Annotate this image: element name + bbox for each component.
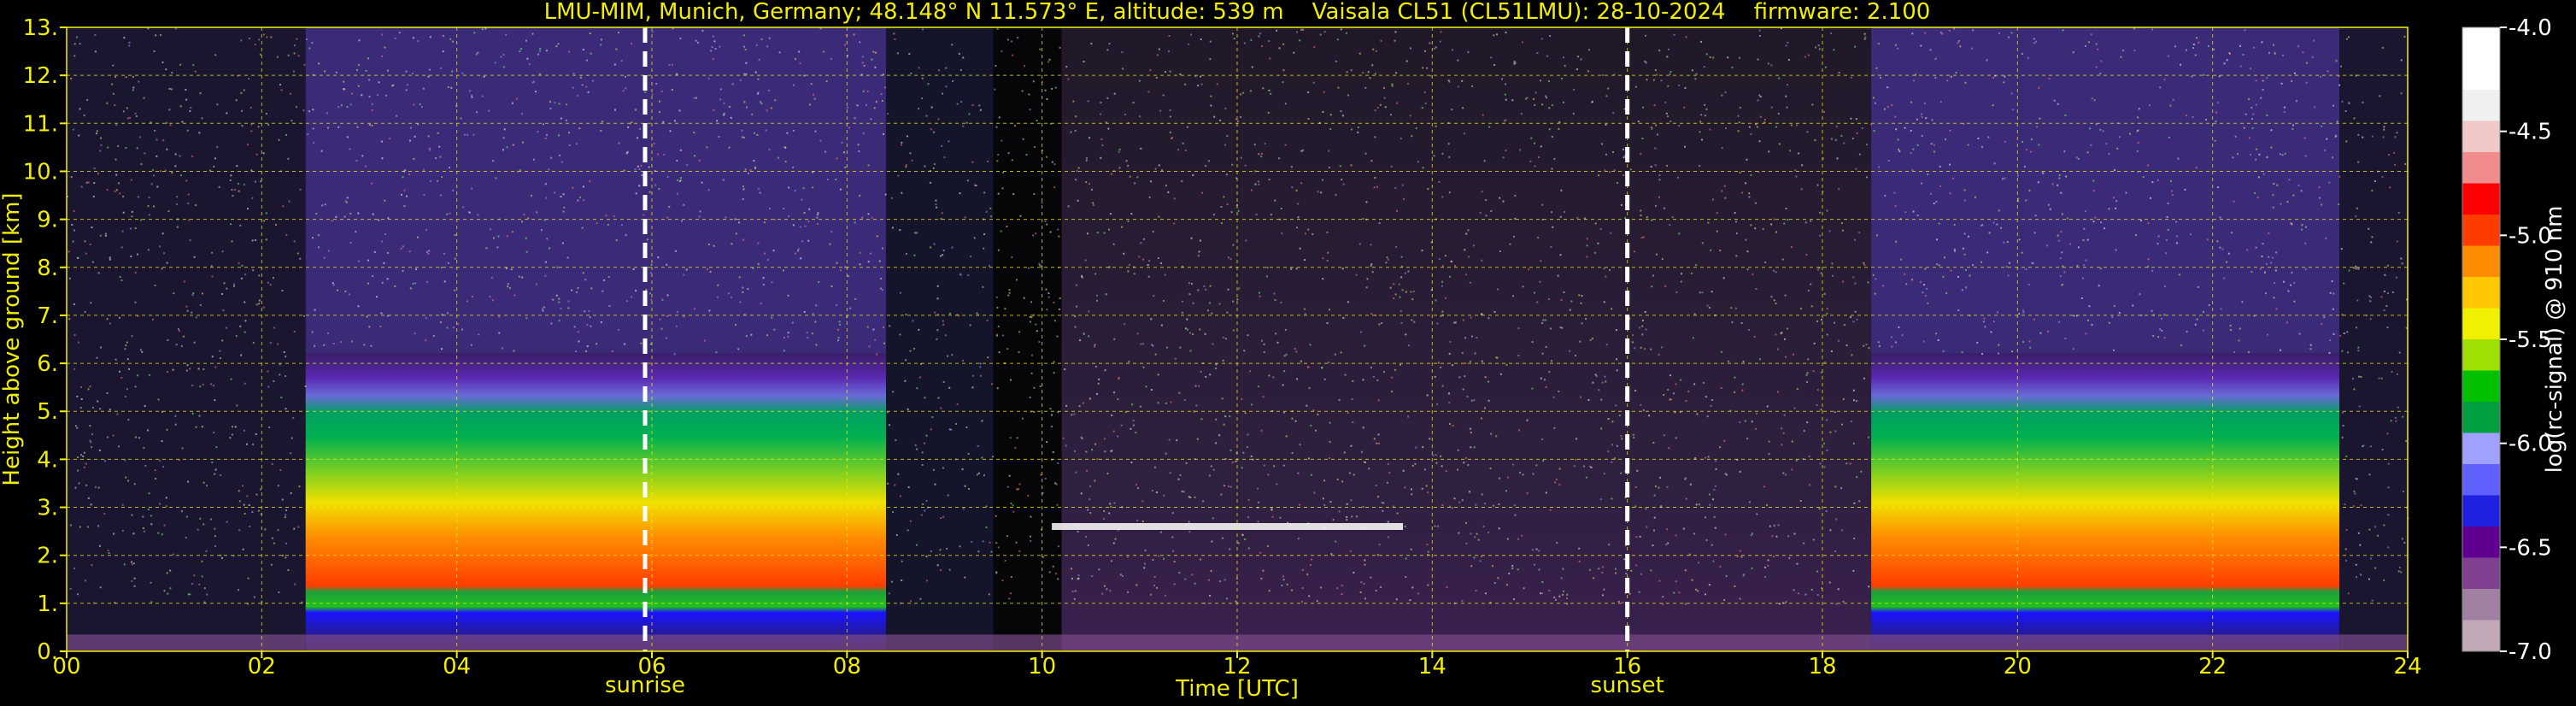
surface-band-segment [1871, 634, 2340, 651]
x-tick-label: 18 [1808, 654, 1836, 680]
aerosol-layer-segment [1871, 353, 2340, 651]
y-tick-label: 4. [37, 447, 58, 473]
y-tick-label: 8. [37, 256, 58, 281]
y-tick-label: 5. [37, 399, 58, 425]
colorbar-swatch [2462, 402, 2500, 433]
plot-area [66, 26, 2409, 652]
colorbar-swatch [2462, 432, 2500, 465]
surface-band-segment [1061, 634, 1872, 651]
colorbar-swatch [2462, 121, 2500, 153]
dark-segment [993, 27, 1062, 651]
x-tick-label: 10 [1028, 654, 1056, 680]
colorbar-swatch [2462, 277, 2500, 309]
colorbar-swatch [2462, 58, 2500, 91]
y-axis-label: Height above ground [km] [0, 192, 25, 485]
noise-segment [1061, 27, 1872, 651]
night-segment [67, 27, 306, 651]
y-tick-label: 3. [37, 496, 58, 521]
colorbar-swatches [2462, 27, 2500, 652]
x-tick-label: 14 [1418, 654, 1446, 680]
y-tick-label: 13. [23, 15, 58, 41]
ceilometer-chart: LMU-MIM, Munich, Germany; 48.148° N 11.5… [0, 0, 2576, 706]
colorbar-swatch [2462, 527, 2500, 558]
surface-band-segment [67, 634, 306, 651]
y-tick-label: 9. [37, 208, 58, 233]
surface-band-segment [993, 634, 1062, 651]
colorbar-swatch [2462, 308, 2500, 340]
x-tick-label: 02 [248, 654, 276, 680]
surface-band-segment [886, 634, 994, 651]
colorbar-tick-label: -7.0 [2509, 639, 2552, 665]
colorbar-swatch [2462, 557, 2500, 590]
x-tick-label: 04 [443, 654, 471, 680]
x-tick-label: 22 [2198, 654, 2227, 680]
y-tick-label: 12. [23, 63, 58, 89]
colorbar-tick-label: -4.0 [2509, 15, 2552, 41]
cloud-layer [1052, 523, 1404, 530]
aerosol-layer-segment [305, 353, 886, 651]
colorbar-swatch [2462, 90, 2500, 121]
colorbar-tick-label: -4.5 [2509, 120, 2552, 145]
colorbar-swatch [2462, 27, 2500, 59]
x-axis-label: Time [UTC] [1175, 676, 1299, 702]
night-segment [2339, 27, 2408, 651]
colorbar-swatch [2462, 370, 2500, 403]
colorbar-swatch [2462, 215, 2500, 246]
backscatter-heatmap [67, 27, 2409, 651]
x-tick-label: 16 [1613, 654, 1641, 680]
y-tick-label: 0. [37, 639, 58, 665]
colorbar-swatch [2462, 152, 2500, 184]
upper-layer-segment [305, 27, 886, 354]
y-tick-label: 10. [23, 159, 58, 185]
colorbar-swatch [2462, 339, 2500, 371]
y-tick-label: 6. [37, 351, 58, 377]
colorbar-label: log(rc-signal) @ 910 nm [2542, 206, 2567, 474]
x-tick-label: 24 [2393, 654, 2421, 680]
colorbar-swatch [2462, 620, 2500, 652]
x-tick-label: 06 [637, 654, 666, 680]
chart-title: LMU-MIM, Munich, Germany; 48.148° N 11.5… [544, 0, 1931, 25]
y-tick-label: 1. [37, 591, 58, 617]
y-tick-label: 11. [23, 111, 58, 137]
transition-segment [886, 27, 994, 651]
colorbar-swatch [2462, 183, 2500, 215]
surface-band-segment [2339, 634, 2408, 651]
colorbar-tick-label: -6.5 [2509, 535, 2552, 561]
upper-layer-segment [1871, 27, 2340, 354]
y-tick-label: 7. [37, 303, 58, 329]
colorbar-swatch [2462, 245, 2500, 278]
colorbar-swatch [2462, 464, 2500, 496]
x-tick-label: 20 [2004, 654, 2032, 680]
colorbar-swatch [2462, 589, 2500, 621]
x-tick-label: 08 [833, 654, 861, 680]
y-tick-label: 2. [37, 544, 58, 569]
surface-band-segment [305, 634, 886, 651]
colorbar-swatch [2462, 495, 2500, 527]
